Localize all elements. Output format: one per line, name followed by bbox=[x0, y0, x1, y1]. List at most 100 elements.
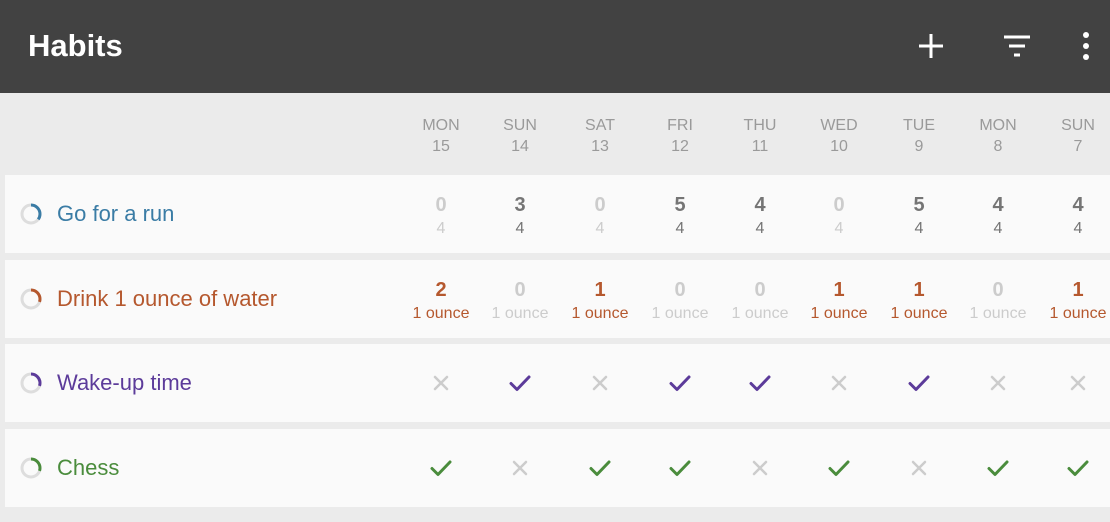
day-name: WED bbox=[820, 117, 858, 134]
habit-value: 1 bbox=[1072, 279, 1084, 301]
more-options-button[interactable] bbox=[1072, 30, 1104, 62]
habit-checkmark-cell[interactable] bbox=[401, 429, 481, 507]
day-header-mon-15: MON 15 bbox=[401, 115, 481, 157]
habit-checkmark-cell[interactable] bbox=[560, 344, 640, 422]
habit-checkmark-cell[interactable]: 54 bbox=[640, 175, 720, 253]
habit-checkmark-cell[interactable] bbox=[799, 344, 879, 422]
habit-value: 4 bbox=[1072, 194, 1084, 216]
habit-checkmark-cell[interactable]: 01 ounce bbox=[720, 260, 800, 338]
habit-value: 0 bbox=[435, 194, 447, 216]
habit-row[interactable]: Chess bbox=[5, 429, 1110, 507]
habit-unit: 1 ounce bbox=[1049, 305, 1107, 322]
habit-checkmark-cell[interactable] bbox=[958, 344, 1038, 422]
cross-icon bbox=[907, 456, 931, 480]
habit-value: 3 bbox=[514, 194, 526, 216]
habit-row[interactable]: Wake-up time bbox=[5, 344, 1110, 422]
day-name: FRI bbox=[667, 117, 693, 134]
filter-button[interactable] bbox=[1001, 30, 1033, 62]
habit-checkmark-cell[interactable]: 04 bbox=[401, 175, 481, 253]
habit-checkmark-cell[interactable] bbox=[720, 429, 800, 507]
day-header-sun-7: SUN 7 bbox=[1038, 115, 1110, 157]
habit-checkmark-cell[interactable] bbox=[879, 344, 959, 422]
check-icon bbox=[588, 456, 612, 480]
day-name: SUN bbox=[503, 117, 537, 134]
habit-name[interactable]: Chess bbox=[57, 455, 119, 481]
habit-name[interactable]: Go for a run bbox=[57, 201, 174, 227]
habit-row[interactable]: Drink 1 ounce of water 2 1 ounce 0 1 ounce 1 1… bbox=[5, 260, 1110, 338]
day-name: THU bbox=[743, 117, 777, 134]
habit-checkmark-cell[interactable]: 11 ounce bbox=[799, 260, 879, 338]
day-name: MON bbox=[422, 117, 460, 134]
habit-checkmark-cell[interactable] bbox=[401, 344, 481, 422]
day-date: 7 bbox=[1073, 138, 1083, 155]
day-name: MON bbox=[979, 117, 1017, 134]
habit-checkmark-cell[interactable] bbox=[480, 429, 560, 507]
habit-value: 0 bbox=[514, 279, 526, 301]
habit-name[interactable]: Drink 1 ounce of water bbox=[57, 286, 277, 312]
habit-checkmark-cell[interactable] bbox=[879, 429, 959, 507]
habit-score-ring-icon bbox=[19, 371, 43, 395]
day-header-row: MON 15 SUN 14 SAT 13 FRI 12 THU 11 WED 10 TUE 9 MON 8 SU… bbox=[0, 93, 1110, 173]
cross-icon bbox=[748, 456, 772, 480]
habit-checkmark-cell[interactable]: 44 bbox=[958, 175, 1038, 253]
cross-icon bbox=[986, 371, 1010, 395]
habit-value: 0 bbox=[992, 279, 1004, 301]
habit-name[interactable]: Wake-up time bbox=[57, 370, 192, 396]
habit-value: 4 bbox=[754, 194, 766, 216]
day-header-thu-11: THU 11 bbox=[720, 115, 800, 157]
habit-checkmark-cell[interactable]: 01 ounce bbox=[958, 260, 1038, 338]
habit-checkmark-cell[interactable]: 04 bbox=[799, 175, 879, 253]
habit-checkmark-cell[interactable]: 34 bbox=[480, 175, 560, 253]
day-header-sat-13: SAT 13 bbox=[560, 115, 640, 157]
habit-checkmark-cell[interactable]: 01 ounce bbox=[480, 260, 560, 338]
habit-value: 1 bbox=[913, 279, 925, 301]
habit-checkmark-cell[interactable]: 04 bbox=[560, 175, 640, 253]
cross-icon bbox=[508, 456, 532, 480]
check-icon bbox=[827, 456, 851, 480]
check-icon bbox=[508, 371, 532, 395]
habit-value: 5 bbox=[674, 194, 686, 216]
check-icon bbox=[668, 456, 692, 480]
habit-checkmark-cell[interactable]: 11 ounce bbox=[560, 260, 640, 338]
habit-checkmark-cell[interactable] bbox=[640, 344, 720, 422]
check-icon bbox=[907, 371, 931, 395]
habit-checkmark-cell[interactable] bbox=[640, 429, 720, 507]
habit-unit: 4 bbox=[1073, 220, 1083, 237]
habit-checkmark-cell[interactable] bbox=[1038, 344, 1110, 422]
page-title: Habits bbox=[28, 28, 123, 63]
filter-icon bbox=[1004, 35, 1030, 57]
habit-checkmark-cell[interactable] bbox=[799, 429, 879, 507]
check-icon bbox=[986, 456, 1010, 480]
day-date: 13 bbox=[591, 138, 609, 155]
habit-checkmark-cell[interactable] bbox=[1038, 429, 1110, 507]
habit-checkmark-cell[interactable] bbox=[958, 429, 1038, 507]
habit-checkmark-cell[interactable]: 44 bbox=[720, 175, 800, 253]
habit-checkmark-cell[interactable] bbox=[480, 344, 560, 422]
habit-checkmark-cell[interactable]: 1 1 ounce bbox=[1038, 260, 1110, 338]
habit-row[interactable]: Go for a run 0 4 3 4 0 4 5 4 4 4 0 4 5 4 4 4 4 4 bbox=[5, 175, 1110, 253]
add-icon bbox=[919, 34, 943, 58]
habit-value: 2 bbox=[435, 279, 447, 301]
day-date: 11 bbox=[751, 138, 769, 155]
day-header-wed-10: WED 10 bbox=[799, 115, 879, 157]
day-name: SAT bbox=[585, 117, 615, 134]
day-date: 12 bbox=[671, 138, 689, 155]
day-header-fri-12: FRI 12 bbox=[640, 115, 720, 157]
habit-checkmark-cell[interactable]: 44 bbox=[1038, 175, 1110, 253]
day-date: 10 bbox=[830, 138, 848, 155]
habit-checkmark-cell[interactable]: 21 ounce bbox=[401, 260, 481, 338]
add-habit-button[interactable] bbox=[915, 30, 947, 62]
habit-checkmark-cell[interactable]: 01 ounce bbox=[640, 260, 720, 338]
habit-checkmark-cell[interactable] bbox=[720, 344, 800, 422]
check-icon bbox=[748, 371, 772, 395]
more-vert-icon bbox=[1083, 32, 1089, 60]
day-date: 9 bbox=[914, 138, 924, 155]
habit-checkmark-cell[interactable] bbox=[560, 429, 640, 507]
habit-value: 1 bbox=[833, 279, 845, 301]
habit-score-ring-icon bbox=[19, 456, 43, 480]
habit-value: 0 bbox=[754, 279, 766, 301]
day-date: 14 bbox=[511, 138, 529, 155]
habit-checkmark-cell[interactable]: 54 bbox=[879, 175, 959, 253]
day-header-tue-9: TUE 9 bbox=[879, 115, 959, 157]
habit-checkmark-cell[interactable]: 11 ounce bbox=[879, 260, 959, 338]
